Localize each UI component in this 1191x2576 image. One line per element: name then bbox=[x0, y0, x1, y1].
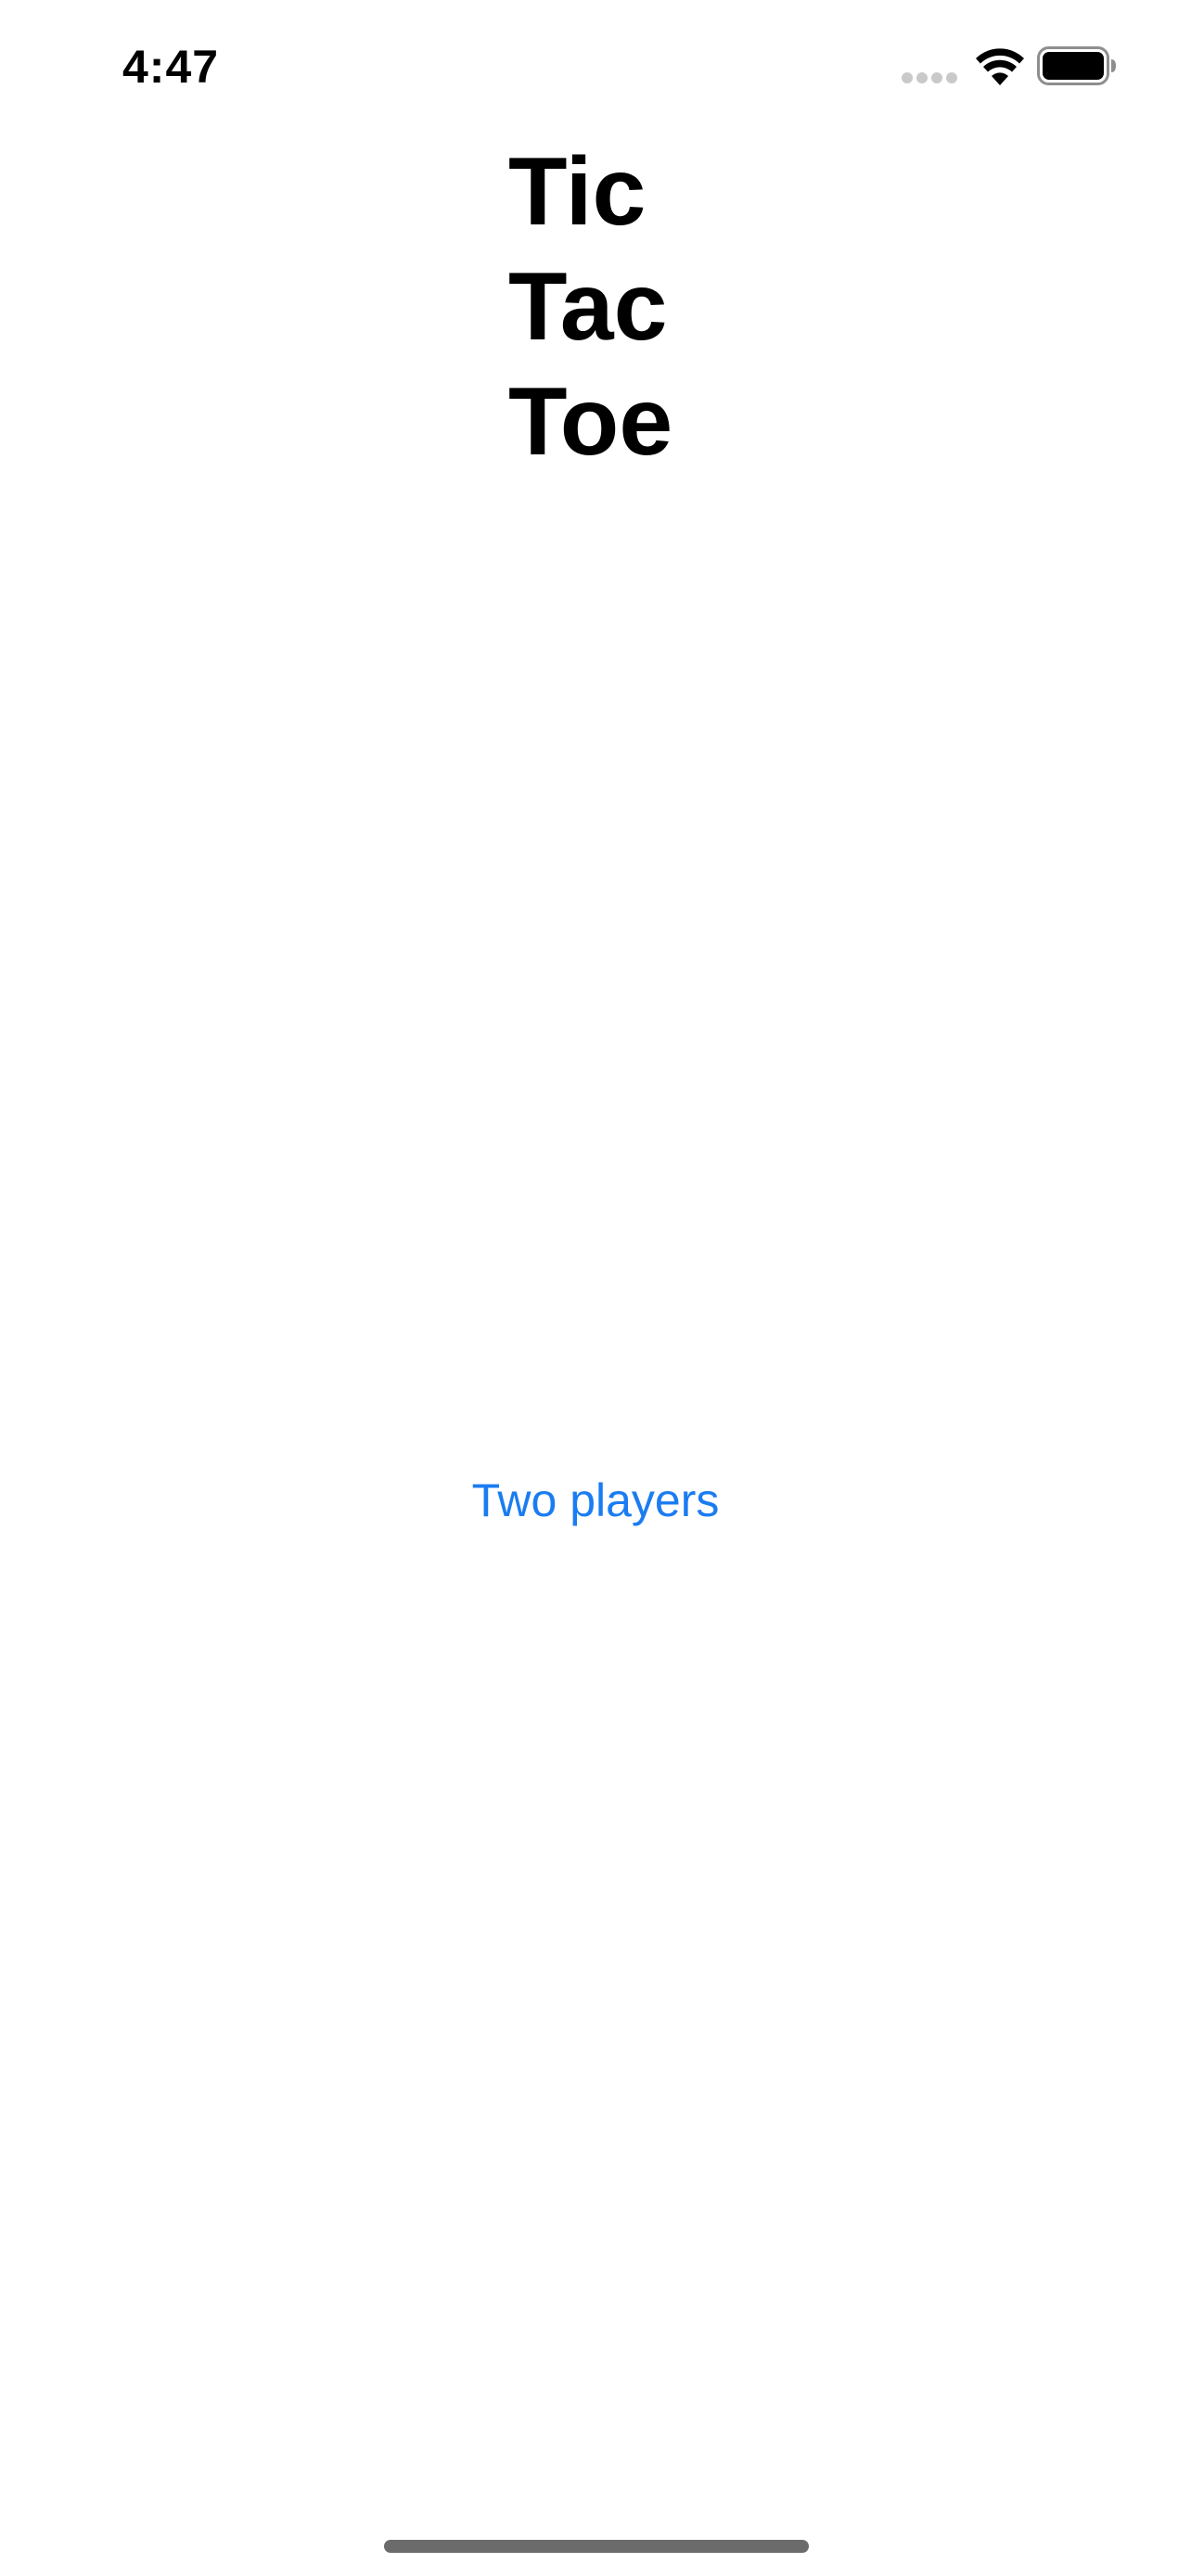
status-time: 4:47 bbox=[122, 41, 220, 93]
battery-icon bbox=[1037, 46, 1116, 85]
title-line-toe: Toe bbox=[508, 368, 673, 476]
signal-dots-icon bbox=[902, 72, 957, 83]
two-players-button[interactable]: Two players bbox=[0, 1470, 1191, 1531]
wifi-icon bbox=[976, 48, 1024, 85]
status-bar: 4:47 bbox=[0, 0, 1191, 130]
title-line-tac: Tac bbox=[508, 253, 668, 361]
page-title: Tic Tac Toe bbox=[508, 134, 672, 479]
home-indicator[interactable] bbox=[384, 2540, 809, 2553]
title-line-tic: Tic bbox=[508, 138, 647, 246]
